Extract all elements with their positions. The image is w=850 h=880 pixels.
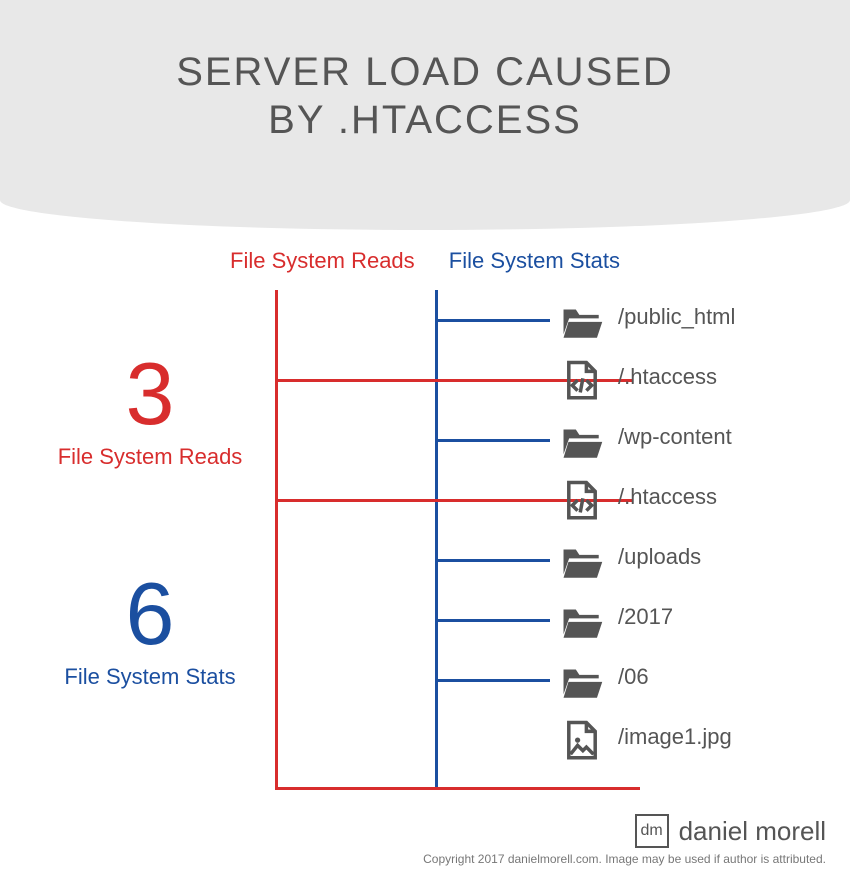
stat-tick: [438, 559, 550, 562]
author-name: daniel morell: [679, 816, 826, 847]
path-row: /.htaccess: [70, 470, 810, 530]
folder-open-icon: [560, 599, 604, 643]
path-row: /06: [70, 650, 810, 710]
path-row: /public_html: [70, 290, 810, 350]
legend: File System Reads File System Stats: [0, 248, 850, 274]
path-label: /public_html: [618, 304, 735, 330]
path-label: /uploads: [618, 544, 701, 570]
path-rows: /public_html /.htaccess/wp-content /.htacc…: [70, 290, 810, 770]
path-label: /.htaccess: [618, 364, 717, 390]
folder-open-icon: [560, 659, 604, 703]
author-logo-initials: dm: [640, 822, 662, 840]
code-file-icon: [560, 479, 604, 523]
path-row: /2017: [70, 590, 810, 650]
copyright-text: Copyright 2017 danielmorell.com. Image m…: [423, 852, 826, 866]
code-file-icon: [560, 359, 604, 403]
path-label: /wp-content: [618, 424, 732, 450]
path-label: /06: [618, 664, 649, 690]
legend-stats: File System Stats: [449, 248, 620, 273]
stat-tick: [438, 619, 550, 622]
title-line-2: BY .HTACCESS: [0, 96, 850, 144]
author-brand: dm daniel morell: [423, 814, 826, 848]
path-row: /wp-content: [70, 410, 810, 470]
footer: dm daniel morell Copyright 2017 danielmo…: [423, 814, 826, 866]
legend-reads: File System Reads: [230, 248, 415, 273]
stat-tick: [438, 319, 550, 322]
author-logo-icon: dm: [635, 814, 669, 848]
diagram-stage: 3 File System Reads 6 File System Stats …: [70, 290, 810, 790]
title-line-1: SERVER LOAD CAUSED: [176, 50, 674, 94]
reads-axis-horizontal: [275, 787, 640, 790]
folder-open-icon: [560, 539, 604, 583]
folder-open-icon: [560, 419, 604, 463]
path-label: /image1.jpg: [618, 724, 732, 750]
image-file-icon: [560, 719, 604, 763]
path-label: /2017: [618, 604, 673, 630]
stat-tick: [438, 439, 550, 442]
path-row: /.htaccess: [70, 350, 810, 410]
path-row: /uploads: [70, 530, 810, 590]
folder-open-icon: [560, 299, 604, 343]
path-label: /.htaccess: [618, 484, 717, 510]
page-title: SERVER LOAD CAUSED BY .HTACCESS: [0, 48, 850, 144]
stat-tick: [438, 679, 550, 682]
path-row: /image1.jpg: [70, 710, 810, 770]
